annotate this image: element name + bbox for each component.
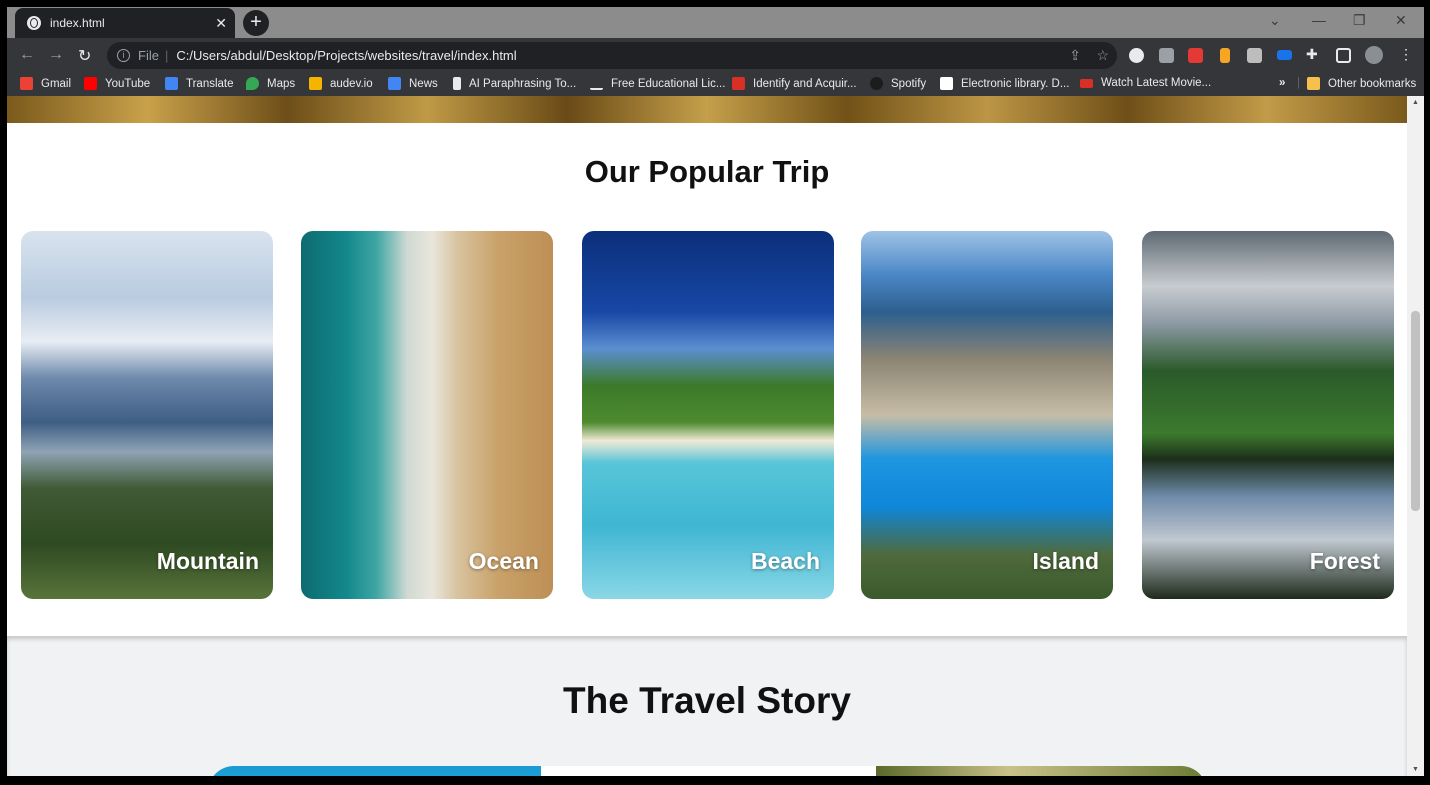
maps-icon bbox=[246, 77, 259, 90]
url-text: C:/Users/abdul/Desktop/Projects/websites… bbox=[176, 48, 517, 63]
story-image-left bbox=[208, 766, 541, 776]
bookmark-watch-movie[interactable]: Watch Latest Movie... bbox=[1080, 77, 1211, 89]
bookmark-electronic-library[interactable]: Electronic library. D... bbox=[940, 77, 1069, 90]
bookmark-ai-paraphrasing[interactable]: AI Paraphrasing To... bbox=[453, 77, 576, 90]
forward-icon[interactable]: → bbox=[48, 46, 64, 64]
trip-card-ocean[interactable]: Ocean bbox=[301, 231, 553, 599]
bookmark-star-icon[interactable]: ☆ bbox=[1096, 47, 1109, 64]
trip-label: Beach bbox=[750, 548, 820, 574]
folder-icon bbox=[1307, 77, 1320, 90]
bookmark-free-educational[interactable]: Free Educational Lic... bbox=[590, 77, 725, 90]
restore-icon[interactable]: ❐ bbox=[1353, 12, 1366, 29]
tab-title: index.html bbox=[50, 16, 105, 30]
extension-zip-icon[interactable] bbox=[1277, 50, 1292, 60]
trip-card-mountain[interactable]: Mountain bbox=[21, 231, 273, 599]
identify-icon bbox=[732, 77, 745, 90]
toolbar: ← → ↻ i File | C:/Users/abdul/Desktop/Pr… bbox=[7, 38, 1424, 72]
library-icon bbox=[940, 77, 953, 90]
news-icon bbox=[388, 77, 401, 90]
tab-search-icon[interactable]: ⌄ bbox=[1269, 12, 1281, 29]
bookmark-news[interactable]: News bbox=[388, 77, 438, 90]
youtube-icon bbox=[84, 77, 97, 90]
trip-label: Mountain bbox=[156, 548, 259, 574]
bookmark-label: Translate bbox=[186, 77, 234, 90]
hero-image-strip bbox=[7, 96, 1407, 123]
share-icon[interactable]: ⇪ bbox=[1069, 47, 1081, 64]
bookmark-spotify[interactable]: Spotify bbox=[870, 77, 926, 90]
trip-card-beach[interactable]: Beach bbox=[582, 231, 834, 599]
page-scrollbar[interactable]: ▲ ▼ bbox=[1407, 96, 1424, 776]
globe-icon bbox=[27, 16, 41, 30]
popular-trip-title: Our Popular Trip bbox=[584, 154, 830, 189]
bookmark-identify[interactable]: Identify and Acquir... bbox=[732, 77, 857, 90]
minimize-icon[interactable]: — bbox=[1312, 12, 1326, 28]
other-bookmarks-label: Other bookmarks bbox=[1328, 77, 1417, 90]
bookmark-label: Gmail bbox=[41, 77, 72, 90]
bookmark-translate[interactable]: Translate bbox=[165, 77, 234, 90]
bookmarks-bar: Gmail YouTube Translate Maps audev.io Ne… bbox=[7, 72, 1424, 96]
url-separator: | bbox=[164, 48, 169, 63]
extensions-puzzle-icon[interactable]: ✚ bbox=[1306, 46, 1318, 63]
other-bookmarks[interactable]: Other bookmarks bbox=[1307, 77, 1416, 90]
profile-avatar[interactable] bbox=[1365, 46, 1383, 64]
scroll-up-icon[interactable]: ▲ bbox=[1412, 99, 1419, 106]
back-icon[interactable]: ← bbox=[19, 46, 35, 64]
reload-icon[interactable]: ↻ bbox=[78, 46, 91, 66]
bookmark-label: Watch Latest Movie... bbox=[1101, 77, 1212, 89]
story-text-block bbox=[541, 766, 876, 776]
trip-label: Forest bbox=[1309, 548, 1380, 574]
bookmarks-divider: | bbox=[1297, 77, 1300, 89]
extension-bulb-icon[interactable] bbox=[1129, 48, 1144, 63]
tab-index[interactable]: index.html ✕ bbox=[15, 8, 235, 38]
extension-flask-icon[interactable] bbox=[1220, 48, 1230, 63]
tab-strip: index.html ✕ + ⌄ — ❐ ✕ bbox=[7, 7, 1424, 38]
bookmarks-overflow[interactable]: » bbox=[1279, 77, 1285, 89]
pen-icon bbox=[453, 77, 461, 90]
bookmark-label: Spotify bbox=[891, 77, 927, 90]
scroll-down-icon[interactable]: ▼ bbox=[1412, 766, 1419, 773]
translate-icon bbox=[165, 77, 178, 90]
bookmark-maps[interactable]: Maps bbox=[246, 77, 295, 90]
bookmark-label: Electronic library. D... bbox=[961, 77, 1070, 90]
bookmark-gmail[interactable]: Gmail bbox=[20, 77, 71, 90]
movie-icon bbox=[1080, 78, 1093, 88]
bookmark-label: Identify and Acquir... bbox=[753, 77, 857, 90]
page-content: Our Popular Trip Mountain Ocean Beach Is… bbox=[7, 96, 1407, 776]
bookmark-label: audev.io bbox=[330, 77, 373, 90]
browser-window: index.html ✕ + ⌄ — ❐ ✕ ← → ↻ i File | C:… bbox=[7, 7, 1424, 776]
extension-k-icon[interactable] bbox=[1247, 48, 1262, 63]
spotify-icon bbox=[870, 77, 883, 90]
tab-close-icon[interactable]: ✕ bbox=[215, 15, 227, 32]
bookmark-youtube[interactable]: YouTube bbox=[84, 77, 150, 90]
extension-shield-icon[interactable] bbox=[1159, 48, 1174, 63]
bookmark-label: News bbox=[409, 77, 438, 90]
bookmark-label: Free Educational Lic... bbox=[611, 77, 726, 90]
trip-card-forest[interactable]: Forest bbox=[1142, 231, 1394, 599]
travel-story-section: The Travel Story bbox=[7, 636, 1407, 776]
address-bar[interactable]: i File | C:/Users/abdul/Desktop/Projects… bbox=[107, 42, 1117, 69]
side-panel-icon[interactable] bbox=[1336, 48, 1351, 63]
underscore-icon bbox=[590, 77, 603, 90]
audev-icon bbox=[309, 77, 322, 90]
trip-label: Ocean bbox=[468, 548, 539, 574]
extension-s-icon[interactable] bbox=[1188, 48, 1203, 63]
close-window-icon[interactable]: ✕ bbox=[1395, 12, 1407, 29]
bookmark-label: AI Paraphrasing To... bbox=[469, 77, 577, 90]
bookmark-audev[interactable]: audev.io bbox=[309, 77, 373, 90]
trip-label: Island bbox=[1032, 548, 1099, 574]
scrollbar-thumb[interactable] bbox=[1411, 311, 1420, 511]
new-tab-button[interactable]: + bbox=[243, 10, 269, 36]
menu-icon[interactable]: ⋮ bbox=[1399, 46, 1413, 63]
gmail-icon bbox=[20, 77, 33, 90]
trip-card-island[interactable]: Island bbox=[861, 231, 1113, 599]
url-scheme: File bbox=[138, 48, 159, 63]
bookmark-label: YouTube bbox=[105, 77, 151, 90]
info-icon[interactable]: i bbox=[117, 49, 130, 62]
travel-story-title: The Travel Story bbox=[563, 680, 851, 721]
bookmark-label: Maps bbox=[267, 77, 296, 90]
story-image-right bbox=[876, 766, 1207, 776]
